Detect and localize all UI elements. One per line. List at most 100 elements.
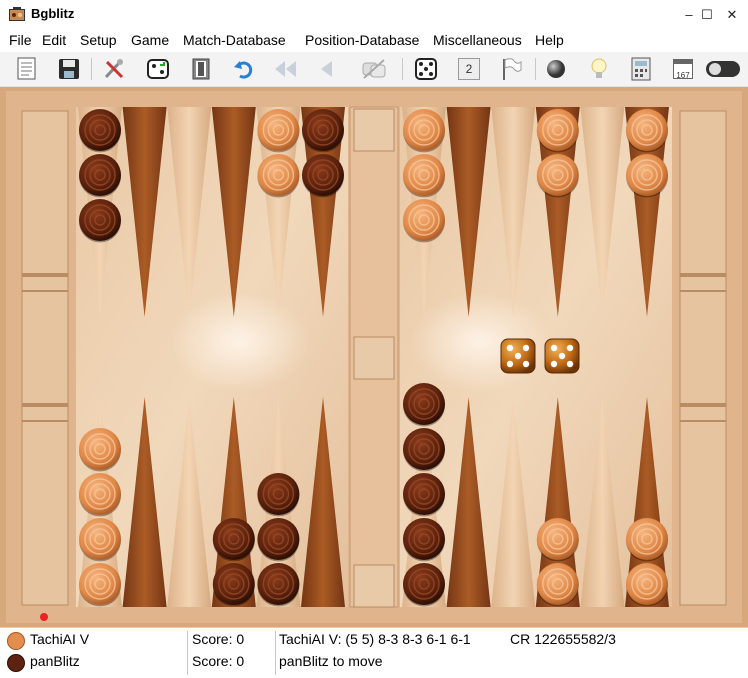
light-checker[interactable] xyxy=(79,473,121,517)
menu-miscellaneous[interactable]: Miscellaneous xyxy=(433,32,522,48)
light-checker[interactable] xyxy=(79,518,121,562)
doubling-cube-button[interactable]: 2 xyxy=(455,55,483,83)
dark-checker[interactable] xyxy=(403,473,445,517)
menu-bar: File Edit Setup Game Match-Database Posi… xyxy=(0,30,748,52)
player1-name: TachiAI V xyxy=(30,631,90,647)
light-checker[interactable] xyxy=(403,109,445,153)
die-1[interactable] xyxy=(500,338,536,374)
die-pip xyxy=(550,360,558,368)
to-move-text: panBlitz to move xyxy=(279,653,383,669)
dark-checker[interactable] xyxy=(403,383,445,427)
light-checker[interactable] xyxy=(257,154,300,198)
dice-roll-icon xyxy=(147,59,169,79)
setup-tools-button[interactable] xyxy=(100,55,128,83)
new-document-icon xyxy=(17,57,36,80)
save-button[interactable] xyxy=(55,55,83,83)
light-checker[interactable] xyxy=(626,154,668,198)
menu-setup[interactable]: Setup xyxy=(80,32,117,48)
resign-button[interactable] xyxy=(497,55,525,83)
menu-file[interactable]: File xyxy=(9,32,32,48)
tutor-hint-button[interactable] xyxy=(585,55,613,83)
dark-checker[interactable] xyxy=(79,109,121,153)
hint-button[interactable] xyxy=(360,55,388,83)
toolbar-separator xyxy=(402,58,403,80)
toggle-switch[interactable] xyxy=(704,55,742,83)
dark-checker[interactable] xyxy=(257,473,300,517)
dark-checker[interactable] xyxy=(257,518,300,562)
left-tray xyxy=(21,110,69,606)
analysis-button[interactable] xyxy=(542,55,570,83)
die-pip xyxy=(522,360,530,368)
save-icon xyxy=(59,59,79,79)
light-checker[interactable] xyxy=(536,154,579,198)
light-checker[interactable] xyxy=(403,199,445,243)
light-checker[interactable] xyxy=(257,109,300,153)
menu-help[interactable]: Help xyxy=(535,32,564,48)
dice-button[interactable] xyxy=(412,55,440,83)
die-pip xyxy=(506,360,514,368)
exit-game-button[interactable] xyxy=(187,55,215,83)
dark-checker[interactable] xyxy=(403,563,445,607)
player2-name: panBlitz xyxy=(30,653,80,669)
tools-icon xyxy=(104,59,124,79)
dark-checker[interactable] xyxy=(257,563,300,607)
step-back-button[interactable] xyxy=(313,55,341,83)
dark-checker[interactable] xyxy=(212,518,255,562)
toolbar: 2 167 xyxy=(0,52,748,87)
calendar-button[interactable]: 167 xyxy=(669,55,697,83)
dark-checker[interactable] xyxy=(79,154,121,198)
menu-position-database[interactable]: Position-Database xyxy=(305,32,419,48)
menu-game[interactable]: Game xyxy=(131,32,169,48)
toolbar-separator xyxy=(535,58,536,80)
ball-icon xyxy=(547,60,565,78)
light-checker[interactable] xyxy=(403,154,445,198)
title-bar: Bgblitz – ☐ ✕ xyxy=(0,0,748,30)
resign-flag-icon xyxy=(503,58,522,80)
status-divider xyxy=(275,631,276,675)
undo-icon xyxy=(234,61,253,79)
light-checker[interactable] xyxy=(536,109,579,153)
backgammon-board xyxy=(0,87,748,627)
hint-disabled-icon xyxy=(362,59,386,79)
light-checker[interactable] xyxy=(79,428,121,472)
die-pip xyxy=(506,344,514,352)
dark-checker[interactable] xyxy=(212,563,255,607)
dark-checker[interactable] xyxy=(403,428,445,472)
rewind-button[interactable] xyxy=(271,55,299,83)
light-checker[interactable] xyxy=(626,563,668,607)
cr-text: CR 122655582/3 xyxy=(510,631,616,647)
turn-indicator-dot xyxy=(40,613,48,621)
backgammon-app-icon xyxy=(9,7,25,21)
light-checker[interactable] xyxy=(536,518,579,562)
toolbar-separator xyxy=(91,58,92,80)
menu-match-database[interactable]: Match-Database xyxy=(183,32,286,48)
menu-edit[interactable]: Edit xyxy=(42,32,66,48)
status-bar: TachiAI V panBlitz Score: 0 Score: 0 Tac… xyxy=(0,627,748,678)
light-checker[interactable] xyxy=(626,109,668,153)
window-title: Bgblitz xyxy=(31,6,75,21)
dark-checker[interactable] xyxy=(79,199,121,243)
right-tray xyxy=(679,110,727,606)
dark-checker[interactable] xyxy=(403,518,445,562)
light-checker[interactable] xyxy=(79,563,121,607)
undo-button[interactable] xyxy=(229,55,257,83)
roll-dice-button[interactable] xyxy=(144,55,172,83)
die-2[interactable] xyxy=(544,338,580,374)
close-button[interactable]: ✕ xyxy=(721,4,743,26)
player2-checker-icon xyxy=(7,654,25,672)
die-pip xyxy=(566,360,574,368)
player2-score: Score: 0 xyxy=(192,653,245,669)
lightbulb-icon xyxy=(591,58,607,78)
dark-checker[interactable] xyxy=(302,109,344,153)
dark-checker[interactable] xyxy=(302,154,344,198)
maximize-button[interactable]: ☐ xyxy=(696,4,718,26)
calculator-button[interactable] xyxy=(627,55,655,83)
light-checker[interactable] xyxy=(536,563,579,607)
player1-score: Score: 0 xyxy=(192,631,245,647)
light-checker[interactable] xyxy=(626,518,668,562)
calendar-icon: 167 xyxy=(673,59,693,80)
doubling-cube-icon: 2 xyxy=(458,58,480,80)
step-back-icon xyxy=(321,61,332,77)
die-pip xyxy=(550,344,558,352)
new-document-button[interactable] xyxy=(13,55,41,83)
